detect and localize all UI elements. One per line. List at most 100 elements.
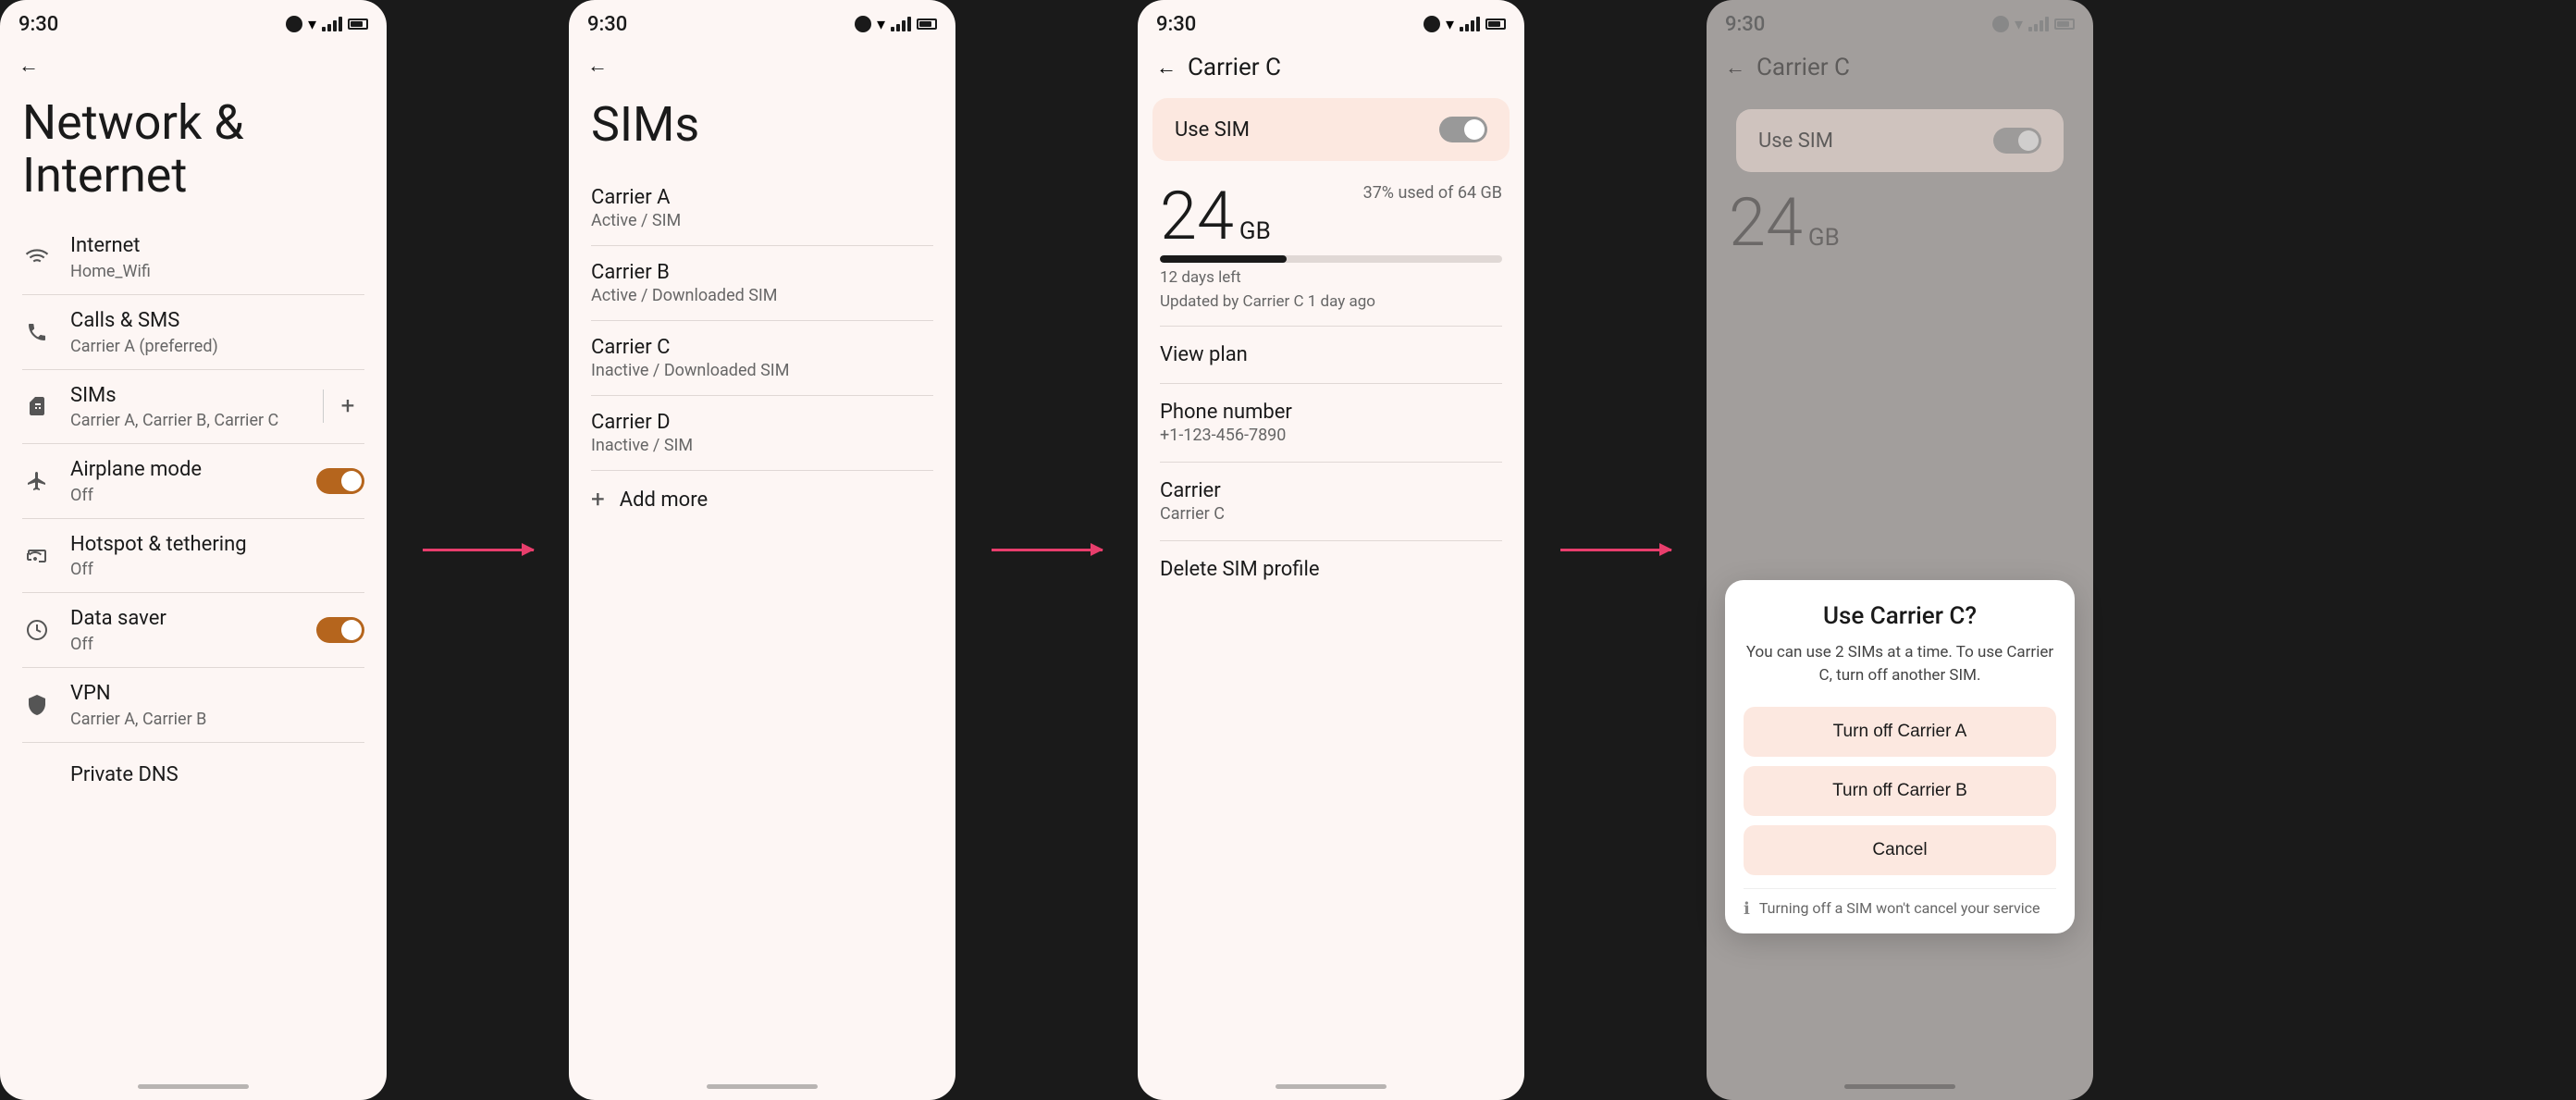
data-usage-section: 24 GB 37% used of 64 GB 12 days left Upd… <box>1138 168 1524 326</box>
carrier-item[interactable]: Carrier Carrier C <box>1138 463 1524 540</box>
status-icons-p4: ▾ <box>1992 15 2075 34</box>
phone-number-item[interactable]: Phone number +1-123-456-7890 <box>1138 384 1524 462</box>
status-time-p1: 9:30 <box>18 13 58 36</box>
view-plan-label: View plan <box>1160 343 1502 366</box>
airplane-icon <box>22 466 52 496</box>
datasaver-subtitle: Off <box>70 635 298 654</box>
dialog-footer-text: Turning off a SIM won't cancel your serv… <box>1759 898 2040 919</box>
carrier-b-status: Active / Downloaded SIM <box>591 286 933 305</box>
vpn-subtitle: Carrier A, Carrier B <box>70 710 364 729</box>
use-sim-row-p4: Use SIM <box>1736 109 2064 172</box>
arrow-3 <box>1524 0 1707 1100</box>
status-bar-p4: 9:30 ▾ <box>1707 0 2093 44</box>
back-arrow-icon-p2: ← <box>587 54 608 78</box>
arrow-1 <box>387 0 569 1100</box>
status-bar-p1: 9:30 ▾ <box>0 0 387 44</box>
back-button-p1[interactable]: ← <box>0 44 387 87</box>
signal-icon-p4 <box>2028 17 2049 31</box>
sim-item-carrier-d[interactable]: Carrier D Inactive / SIM <box>569 396 955 470</box>
page-title-p1: Network & Internet <box>0 87 387 220</box>
back-button-p3[interactable]: ← <box>1156 56 1177 80</box>
use-sim-toggle[interactable] <box>1439 117 1487 142</box>
bottom-bar-p3 <box>1276 1084 1387 1089</box>
carrier-c-title-p4: Carrier C <box>1756 54 1850 81</box>
sims-divider <box>323 389 324 423</box>
calls-label: Calls & SMS <box>70 308 364 335</box>
data-days-left: 12 days left <box>1160 268 1502 287</box>
signal-icon-p2 <box>891 17 911 31</box>
datasaver-content: Data saver Off <box>70 606 298 654</box>
list-item-vpn[interactable]: VPN Carrier A, Carrier B <box>0 668 387 742</box>
wifi-icon <box>22 242 52 272</box>
internet-content: Internet Home_Wifi <box>70 233 364 281</box>
airplane-content: Airplane mode Off <box>70 457 298 505</box>
turn-off-carrier-b-button[interactable]: Turn off Carrier B <box>1744 766 2056 816</box>
turn-off-carrier-a-button[interactable]: Turn off Carrier A <box>1744 707 2056 757</box>
status-time-p4: 9:30 <box>1725 13 1765 36</box>
carrier-d-status: Inactive / SIM <box>591 436 933 455</box>
sim-item-carrier-c[interactable]: Carrier C Inactive / Downloaded SIM <box>569 321 955 395</box>
datasaver-icon <box>22 615 52 645</box>
data-number-p4: 24 <box>1729 190 1803 256</box>
cancel-button[interactable]: Cancel <box>1744 825 2056 875</box>
status-bar-p3: 9:30 ▾ <box>1138 0 1524 44</box>
carrier-c-status: Inactive / Downloaded SIM <box>591 361 933 380</box>
list-item-sims[interactable]: SIMs Carrier A, Carrier B, Carrier C + <box>0 370 387 444</box>
vpn-icon <box>22 690 52 720</box>
sim-item-carrier-a[interactable]: Carrier A Active / SIM <box>569 171 955 245</box>
airplane-label: Airplane mode <box>70 457 298 484</box>
vpn-label: VPN <box>70 681 364 708</box>
arrow-2-area <box>955 0 1138 1100</box>
carrier-d-name: Carrier D <box>591 411 933 434</box>
sim-item-carrier-b[interactable]: Carrier B Active / Downloaded SIM <box>569 246 955 320</box>
list-item-airplane[interactable]: Airplane mode Off <box>0 444 387 518</box>
panel-network-internet: 9:30 ▾ ← Network & Internet <box>0 0 387 1100</box>
panel-sims: 9:30 ▾ ← SIMs Carrier A <box>569 0 955 1100</box>
data-number: 24 <box>1160 183 1234 250</box>
carrier-c-header: ← Carrier C <box>1138 44 1524 91</box>
arrow-1-area <box>387 0 569 1100</box>
panel-dialog: 9:30 ▾ ← Carrier C Use SIM 24 <box>1707 0 2093 1100</box>
use-carrier-dialog: Use Carrier C? You can use 2 SIMs at a t… <box>1725 580 2075 933</box>
list-item-internet[interactable]: Internet Home_Wifi <box>0 220 387 294</box>
arrow-line-3 <box>1560 549 1671 551</box>
add-more-item[interactable]: + Add more <box>569 471 955 528</box>
list-item-calls[interactable]: Calls & SMS Carrier A (preferred) <box>0 295 387 369</box>
status-bar-p2: 9:30 ▾ <box>569 0 955 44</box>
datasaver-toggle[interactable] <box>316 617 364 643</box>
back-button-p2[interactable]: ← <box>569 44 955 87</box>
airplane-toggle[interactable] <box>316 468 364 494</box>
data-progress-bar <box>1160 255 1502 263</box>
info-icon: ℹ <box>1744 899 1750 919</box>
back-button-p4: ← <box>1725 56 1745 80</box>
sims-add-button[interactable]: + <box>331 389 364 423</box>
list-item-datasaver[interactable]: Data saver Off <box>0 593 387 667</box>
sims-content: SIMs Carrier A, Carrier B, Carrier C <box>70 383 304 431</box>
bottom-bar-p4 <box>1844 1084 1955 1089</box>
signal-icon-p1 <box>322 17 342 31</box>
bottom-bar-p2 <box>707 1084 818 1089</box>
carrier-c-page-title: Carrier C <box>1188 54 1281 81</box>
status-time-p3: 9:30 <box>1156 13 1196 36</box>
airplane-subtitle: Off <box>70 486 298 505</box>
dialog-body: You can use 2 SIMs at a time. To use Car… <box>1744 641 2056 688</box>
delete-sim-item[interactable]: Delete SIM profile <box>1138 541 1524 598</box>
carrier-a-name: Carrier A <box>591 186 933 209</box>
list-item-hotspot[interactable]: Hotspot & tethering Off <box>0 519 387 593</box>
battery-icon-p2 <box>917 19 937 30</box>
view-plan-item[interactable]: View plan <box>1138 327 1524 383</box>
data-progress-fill <box>1160 255 1287 263</box>
list-item-private-dns[interactable]: Private DNS <box>0 743 387 810</box>
sims-end: + <box>323 389 364 423</box>
data-gb-p4: 24 GB <box>1729 190 1840 256</box>
dialog-title: Use Carrier C? <box>1744 602 2056 630</box>
dialog-footer: ℹ Turning off a SIM won't cancel your se… <box>1744 888 2056 919</box>
use-sim-label-p4: Use SIM <box>1758 130 1833 153</box>
sims-subtitle: Carrier A, Carrier B, Carrier C <box>70 411 304 430</box>
data-gb-display: 24 GB <box>1160 183 1271 250</box>
sims-page-title: SIMs <box>569 87 955 171</box>
arrow-line-2 <box>992 549 1103 551</box>
carrier-label: Carrier <box>1160 479 1502 502</box>
internet-subtitle: Home_Wifi <box>70 262 364 281</box>
hotspot-label: Hotspot & tethering <box>70 532 364 559</box>
